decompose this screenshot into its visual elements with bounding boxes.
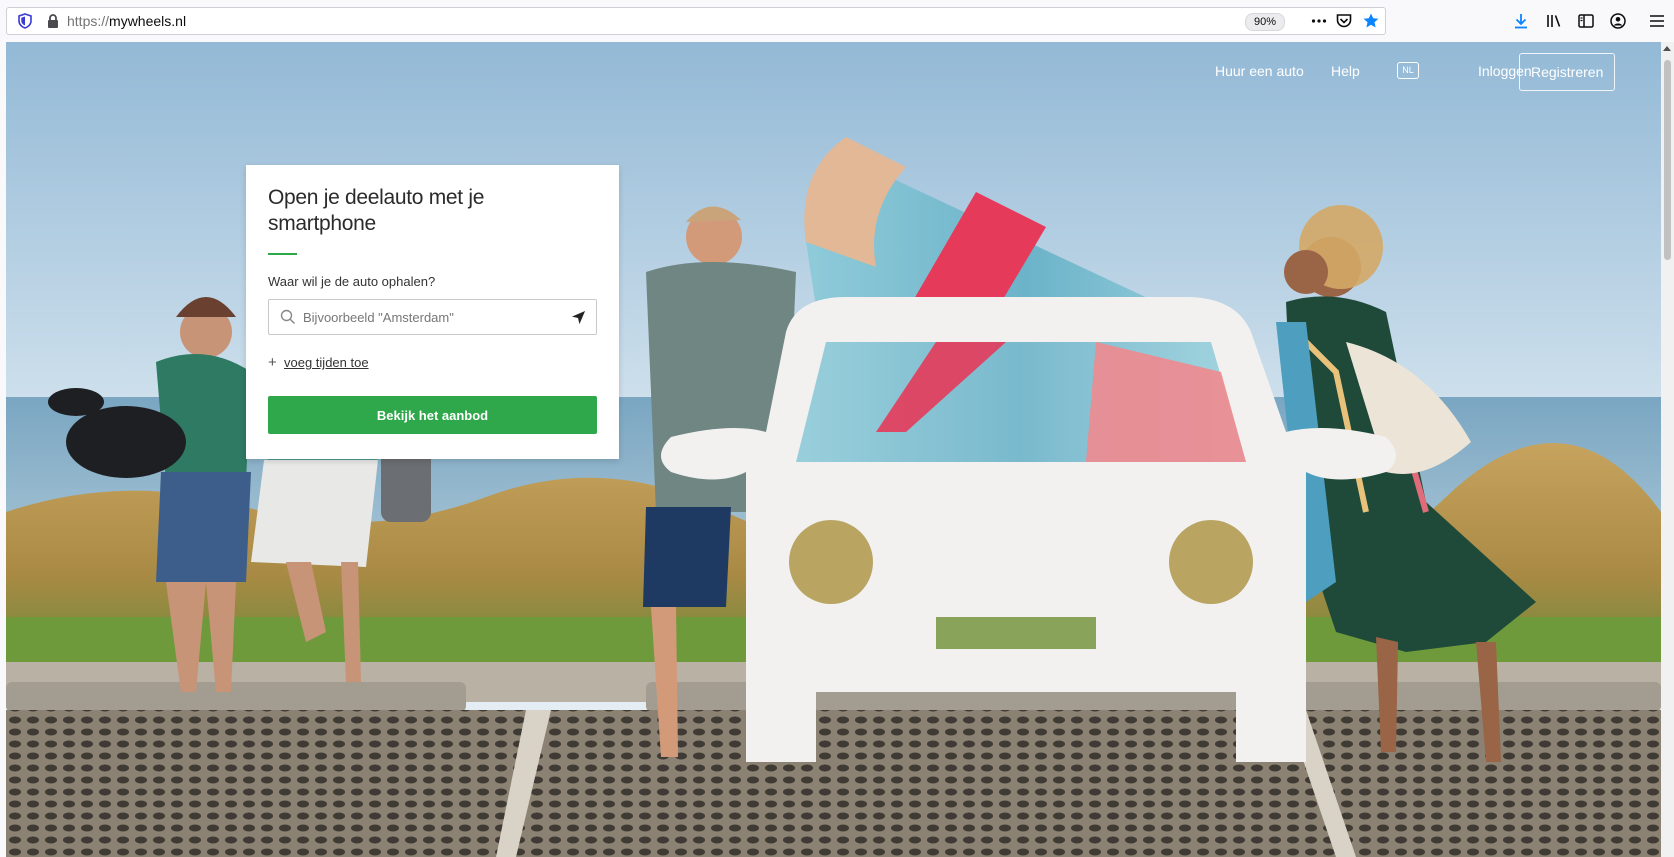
- add-times-link[interactable]: voeg tijden toe: [284, 355, 369, 370]
- location-input[interactable]: [303, 300, 553, 334]
- search-icon: [280, 309, 295, 324]
- more-icon[interactable]: [1310, 12, 1328, 30]
- title-accent-bar: [268, 253, 297, 255]
- bookmark-star-icon[interactable]: [1362, 12, 1380, 30]
- page-scrollbar[interactable]: [1661, 42, 1674, 857]
- add-times-toggle[interactable]: + voeg tijden toe: [268, 354, 369, 371]
- location-field[interactable]: [268, 299, 597, 335]
- sidebar-icon[interactable]: [1577, 12, 1595, 30]
- pocket-icon[interactable]: [1335, 12, 1353, 30]
- download-icon[interactable]: [1512, 12, 1530, 30]
- menu-icon[interactable]: [1648, 12, 1666, 30]
- browser-toolbar: https://mywheels.nl 90%: [0, 0, 1674, 42]
- library-icon[interactable]: [1545, 12, 1563, 30]
- account-icon[interactable]: [1609, 12, 1627, 30]
- plus-icon: +: [268, 354, 277, 371]
- locate-me-icon[interactable]: [571, 310, 586, 325]
- url-host: mywheels.nl: [109, 13, 187, 29]
- nav-rent-car-link[interactable]: Huur een auto: [1215, 61, 1304, 81]
- address-bar[interactable]: https://mywheels.nl 90%: [6, 7, 1386, 35]
- url-text[interactable]: https://mywheels.nl: [67, 8, 186, 34]
- nav-register-button[interactable]: Registreren: [1519, 53, 1616, 91]
- scroll-up-arrow-icon[interactable]: [1663, 46, 1671, 51]
- search-card: Open je deelauto met je smartphone Waar …: [246, 165, 619, 459]
- shield-icon[interactable]: [17, 13, 33, 29]
- scrollbar-thumb[interactable]: [1664, 60, 1671, 260]
- location-label: Waar wil je de auto ophalen?: [268, 274, 436, 289]
- view-offer-button[interactable]: Bekijk het aanbod: [268, 396, 597, 434]
- language-switch[interactable]: NL: [1397, 62, 1419, 79]
- page-viewport: Huur een auto Help NL Inloggen Registrer…: [6, 42, 1661, 857]
- card-title: Open je deelauto met je smartphone: [268, 186, 485, 235]
- url-scheme: https://: [67, 13, 110, 29]
- lock-icon[interactable]: [45, 13, 61, 29]
- zoom-indicator[interactable]: 90%: [1245, 13, 1286, 31]
- nav-help-link[interactable]: Help: [1331, 61, 1360, 81]
